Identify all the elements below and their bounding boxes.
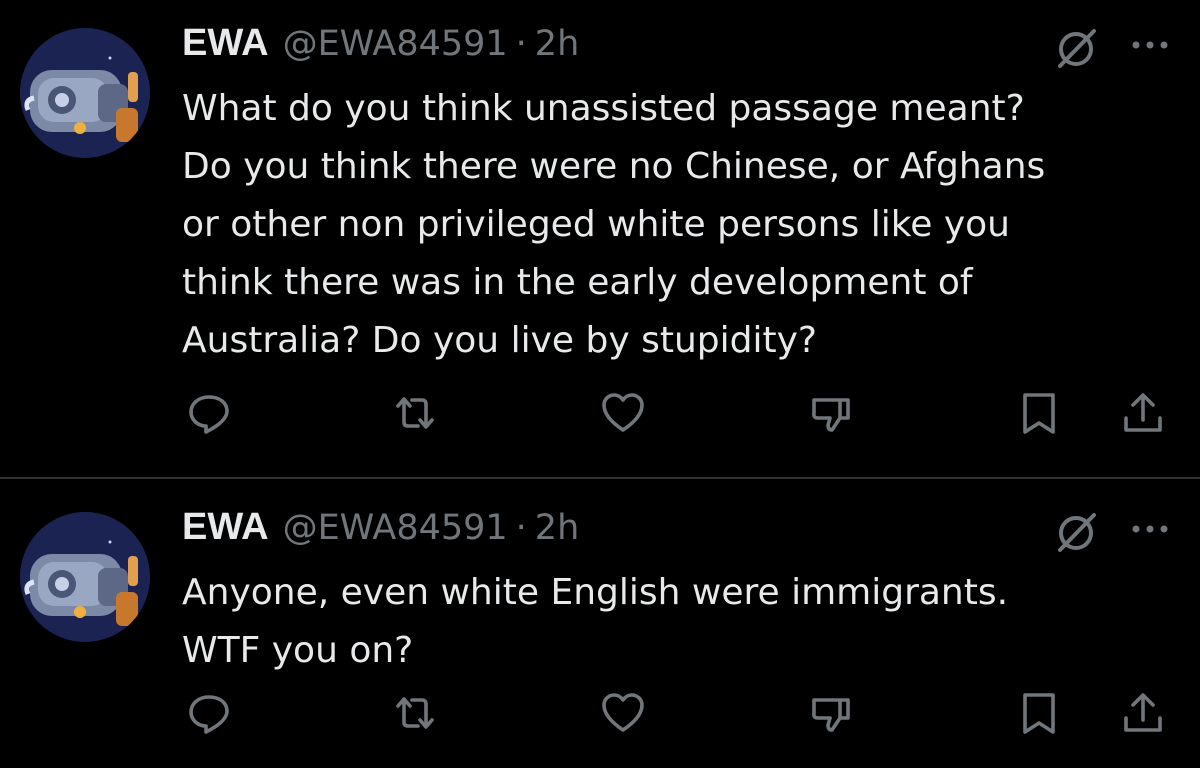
dislike-icon — [812, 698, 850, 732]
tweet-text-line: WTF you on? — [182, 630, 414, 671]
retweet-button[interactable] — [390, 688, 440, 738]
tweet-text: Anyone, even white English were immigran… — [182, 564, 1172, 680]
timestamp[interactable]: 2h — [535, 508, 579, 548]
avatar-robot-image — [20, 28, 150, 158]
tweet-text-line: Anyone, even white English were immigran… — [182, 572, 1009, 613]
tweet-text: What do you think unassisted passage mea… — [182, 80, 1172, 370]
tweet-text-line: Australia? Do you live by stupidity? — [182, 320, 817, 361]
tweet-text-line: What do you think unassisted passage mea… — [182, 88, 1025, 129]
bookmark-icon — [1023, 693, 1055, 734]
share-button[interactable] — [1118, 688, 1168, 738]
avatar-robot-image — [20, 512, 150, 642]
action-bar — [0, 388, 1200, 438]
like-icon — [602, 693, 644, 732]
bookmark-icon — [1023, 393, 1055, 434]
avatar[interactable] — [20, 28, 150, 158]
more-icon[interactable] — [1128, 514, 1172, 544]
tweet-divider — [0, 477, 1200, 479]
tweet[interactable]: EWA @EWA84591 · 2h What do you think una… — [0, 0, 1200, 478]
share-icon — [1124, 393, 1162, 432]
dislike-icon — [812, 398, 850, 432]
share-icon — [1124, 693, 1162, 732]
timestamp[interactable]: 2h — [535, 24, 579, 64]
reply-icon — [189, 395, 229, 434]
dislike-button[interactable] — [806, 688, 856, 738]
bookmark-button[interactable] — [1014, 388, 1064, 438]
share-button[interactable] — [1118, 388, 1168, 438]
author-handle[interactable]: @EWA84591 — [283, 24, 508, 64]
reply-button[interactable] — [184, 388, 234, 438]
like-icon — [602, 393, 644, 432]
bookmark-button[interactable] — [1014, 688, 1064, 738]
author-handle[interactable]: @EWA84591 — [283, 508, 508, 548]
dislike-button[interactable] — [806, 388, 856, 438]
tweet[interactable]: EWA @EWA84591 · 2h Anyone, even white En… — [0, 480, 1200, 768]
more-icon[interactable] — [1128, 30, 1172, 60]
tweet-text-line: or other non privileged white persons li… — [182, 204, 1010, 245]
retweet-icon — [396, 697, 434, 729]
like-button[interactable] — [598, 688, 648, 738]
tweet-header: EWA @EWA84591 · 2h — [182, 506, 579, 558]
avatar[interactable] — [20, 512, 150, 642]
action-bar — [0, 688, 1200, 738]
reply-icon — [189, 695, 229, 734]
like-button[interactable] — [598, 388, 648, 438]
tweet-text-line: Do you think there were no Chinese, or A… — [182, 146, 1046, 187]
retweet-icon — [396, 397, 434, 429]
header-separator: · — [515, 24, 527, 64]
grok-icon[interactable] — [1050, 22, 1102, 74]
header-separator: · — [515, 508, 527, 548]
tweet-header: EWA @EWA84591 · 2h — [182, 22, 579, 74]
reply-button[interactable] — [184, 688, 234, 738]
author-name[interactable]: EWA — [182, 506, 269, 549]
author-name[interactable]: EWA — [182, 22, 269, 65]
grok-icon[interactable] — [1050, 506, 1102, 558]
retweet-button[interactable] — [390, 388, 440, 438]
tweet-text-line: think there was in the early development… — [182, 262, 973, 303]
